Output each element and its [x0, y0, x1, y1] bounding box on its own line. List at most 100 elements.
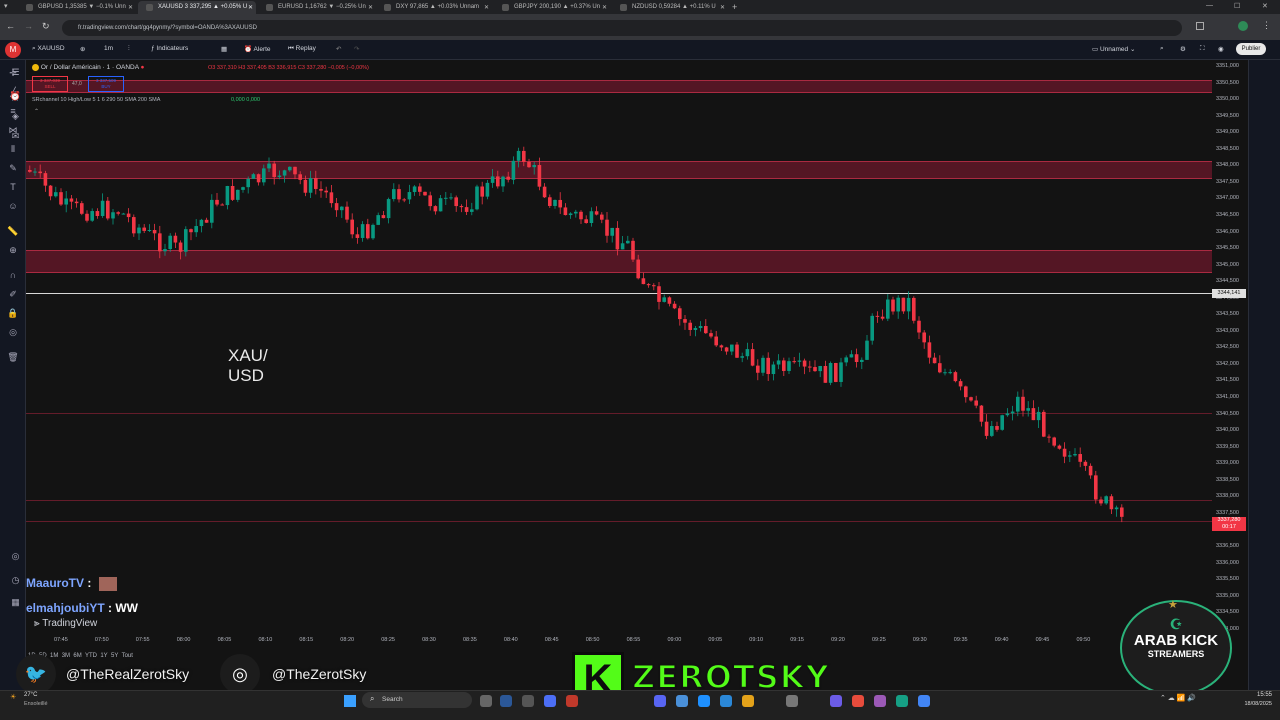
fullscreen-icon[interactable]: ⛶: [1200, 45, 1205, 53]
app-icon[interactable]: [698, 695, 710, 707]
candle-body: [610, 227, 614, 236]
close-icon[interactable]: ✕: [602, 4, 607, 11]
edge-icon[interactable]: [500, 695, 512, 707]
redo-icon[interactable]: ↷: [354, 45, 359, 53]
clock-time[interactable]: 15:55: [1240, 692, 1272, 698]
close-icon[interactable]: ✕: [484, 4, 489, 11]
text-icon[interactable]: T: [7, 181, 19, 193]
hide-icon[interactable]: ◎: [7, 326, 19, 338]
fib-icon[interactable]: ⫴: [7, 143, 19, 155]
new-tab-icon[interactable]: +: [732, 2, 737, 12]
indicators-button[interactable]: ƒ Indicateurs: [151, 45, 188, 52]
brush-icon[interactable]: ✎: [7, 162, 19, 174]
candle-body: [412, 186, 417, 193]
templates-icon[interactable]: ▦: [221, 45, 227, 53]
add-symbol-icon[interactable]: ⊕: [80, 45, 85, 53]
symbol-legend[interactable]: Or / Dollar Américain · 1 · OANDA ●: [32, 64, 144, 71]
app-icon[interactable]: [896, 695, 908, 707]
close-icon[interactable]: ✕: [248, 4, 253, 11]
user-avatar[interactable]: M: [5, 42, 21, 58]
quick-search-icon[interactable]: ⌕: [1160, 45, 1164, 53]
chat-icon[interactable]: ✉: [9, 130, 22, 143]
tab-xauusd[interactable]: XAUUSD 3 337,295 ▲ +0.05% U ✕: [138, 1, 256, 14]
folder-icon[interactable]: [742, 695, 754, 707]
maximize-icon[interactable]: ☐: [1234, 2, 1240, 10]
settings-gear-icon[interactable]: ⚙: [1180, 45, 1186, 53]
candle-body: [407, 192, 412, 200]
price-tick-label: 3349,500: [1216, 112, 1239, 119]
candle-body: [896, 297, 900, 312]
weather-temp[interactable]: 27°C: [24, 692, 37, 698]
tab-dxy[interactable]: DXY 97,865 ▲ +0.03% Unnam ✕: [376, 1, 492, 14]
candle-body: [886, 299, 890, 319]
price-axis[interactable]: 3351,000 3350,500 3350,000 3349,500 3349,000…: [1212, 60, 1248, 632]
symbol-search[interactable]: ⌕ XAUUSD: [32, 45, 65, 53]
app-icon[interactable]: [720, 695, 732, 707]
price-tick-label: 3349,000: [1216, 129, 1239, 136]
candle-body: [558, 199, 562, 208]
forward-icon[interactable]: →: [24, 21, 33, 31]
url-input[interactable]: fr.tradingview.com/chart/gq4pynmy/?symbo…: [62, 20, 1182, 36]
tab-menu-icon[interactable]: ▾: [4, 2, 14, 12]
trash-icon[interactable]: 🗑: [7, 351, 19, 363]
undo-icon[interactable]: ↶: [336, 45, 341, 53]
system-tray-icon[interactable]: ⌃ ☁ 📶 🔊: [1160, 694, 1196, 702]
taskbar-search[interactable]: Search: [362, 692, 472, 708]
app-icon[interactable]: [874, 695, 886, 707]
ruler-icon[interactable]: 📏: [7, 225, 19, 237]
magnet-icon[interactable]: ∩: [7, 269, 19, 281]
tab-nzdusd[interactable]: NZDUSD 0,59284 ▲ +0.11% U ✕: [612, 1, 728, 14]
discord-icon[interactable]: [654, 695, 666, 707]
buy-button[interactable]: 3 337,509 BUY: [88, 76, 124, 92]
time-axis[interactable]: 07:45 07:50 07:55 08:00 08:05 08:10 08:15 08:20…: [26, 632, 1212, 646]
layers-icon[interactable]: ◈: [9, 110, 22, 123]
indicator-legend[interactable]: SRchannel 10 High/Low 5 1 6 290 50 SMA 2…: [32, 97, 160, 103]
zoom-icon[interactable]: ⊕: [7, 244, 19, 256]
browser-menu-icon[interactable]: ⋮: [1262, 20, 1271, 31]
task-view-icon[interactable]: [480, 695, 492, 707]
target-icon[interactable]: ◎: [9, 550, 22, 563]
replay-button[interactable]: ⏮ Replay: [288, 45, 316, 53]
chrome-icon[interactable]: [918, 695, 930, 707]
brave-icon[interactable]: [852, 695, 864, 707]
time-tick-label: 08:50: [585, 637, 600, 643]
back-icon[interactable]: ←: [6, 21, 15, 31]
close-icon[interactable]: ✕: [368, 4, 373, 11]
tab-eurusd[interactable]: EURUSD 1,16762 ▼ −0.25% Un ✕: [258, 1, 376, 14]
publish-button[interactable]: Publier: [1236, 43, 1266, 55]
app-icon[interactable]: [830, 695, 842, 707]
camera-icon[interactable]: ◉: [1218, 45, 1224, 53]
file-explorer-icon[interactable]: [522, 695, 534, 707]
clock-icon[interactable]: ◷: [9, 574, 22, 587]
profile-avatar[interactable]: [1238, 21, 1248, 31]
obs-icon[interactable]: [786, 695, 798, 707]
stay-drawing-icon[interactable]: ✐: [7, 288, 19, 300]
emoji-icon[interactable]: ☺: [7, 200, 19, 212]
chart-canvas[interactable]: [26, 60, 1212, 632]
app-icon[interactable]: [676, 695, 688, 707]
close-icon[interactable]: ✕: [128, 4, 133, 11]
apps-grid-icon[interactable]: ▦: [9, 596, 22, 609]
alert-button[interactable]: ⏰ Alerte: [244, 45, 271, 53]
candle-body: [548, 197, 552, 206]
app-icon[interactable]: [566, 695, 578, 707]
chart-type-icon[interactable]: ⫶: [128, 45, 130, 53]
lock-icon[interactable]: 🔒: [7, 307, 19, 319]
app-icon[interactable]: [544, 695, 556, 707]
alerts-clock-icon[interactable]: ⏰: [9, 90, 22, 103]
window-close-icon[interactable]: ✕: [1262, 2, 1268, 10]
close-icon[interactable]: ✕: [720, 4, 725, 11]
extensions-icon[interactable]: [1196, 22, 1204, 30]
gold-icon: [32, 64, 39, 71]
watchlist-icon[interactable]: ☰: [9, 66, 22, 79]
minimize-icon[interactable]: —: [1206, 2, 1213, 9]
candle-body: [480, 186, 484, 197]
sell-button[interactable]: 3 337,039 SELL: [32, 76, 68, 92]
tab-gbpjpy[interactable]: GBPJPY 200,190 ▲ +0.37% Un ✕: [494, 1, 610, 14]
tab-gbpusd[interactable]: GBPUSD 1,35385 ▼ −0.1% Unn ✕: [18, 1, 136, 14]
windows-start-icon[interactable]: [344, 695, 356, 707]
reload-icon[interactable]: ↻: [42, 21, 50, 32]
collapse-legend-icon[interactable]: ⌃: [34, 108, 39, 115]
layout-select[interactable]: ▭ Unnamed ⌄: [1092, 45, 1135, 53]
interval-select[interactable]: 1m: [104, 45, 113, 52]
